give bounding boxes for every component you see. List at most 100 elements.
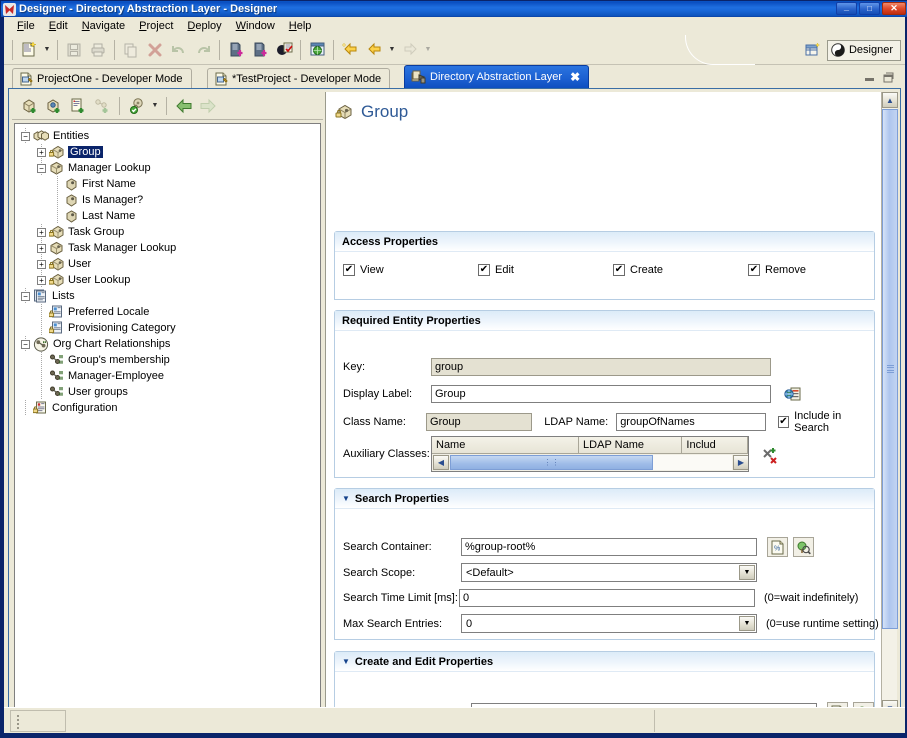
copy-icon[interactable] — [119, 38, 143, 62]
navigate-back-icon[interactable] — [172, 95, 196, 117]
minimize-editor-icon[interactable] — [863, 71, 876, 84]
open-perspective-icon[interactable] — [803, 40, 823, 60]
deploy-icon[interactable] — [224, 38, 248, 62]
tree-item-org-chart-relationships[interactable]: −Org Chart Relationships — [21, 336, 320, 352]
auxiliary-classes-table[interactable]: Name LDAP Name Includ ◀ ⋮⋮ — [431, 436, 749, 472]
editor-tab-directory-abstraction-layer[interactable]: Directory Abstraction Layer ✖ — [404, 65, 589, 88]
scroll-thumb[interactable]: ⋮⋮ — [450, 455, 653, 470]
tree-item-last-name[interactable]: Last Name — [21, 208, 320, 224]
dal-tree[interactable]: −Entities+Group−Manager LookupFirst Name… — [14, 123, 321, 713]
tree-item-group-s-membership[interactable]: Group's membership — [21, 352, 320, 368]
perspective-designer-button[interactable]: Designer — [827, 40, 901, 61]
chevron-down-icon[interactable]: ▼ — [739, 565, 755, 580]
deploy-all-icon[interactable] — [248, 38, 272, 62]
validate-dropdown-icon[interactable]: ▼ — [149, 94, 161, 118]
tree-item-user-groups[interactable]: User groups — [21, 384, 320, 400]
form-vertical-scrollbar[interactable]: ▲ ▼ — [881, 92, 897, 716]
tree-item-user[interactable]: +User — [21, 256, 320, 272]
checkbox-view[interactable]: ✔ View — [343, 264, 384, 276]
add-configuration-icon[interactable] — [66, 95, 90, 117]
add-relationship-icon[interactable] — [90, 95, 114, 117]
back-history-icon[interactable] — [338, 38, 362, 62]
back-icon[interactable] — [362, 38, 386, 62]
expand-icon[interactable]: + — [37, 276, 46, 285]
menu-navigate[interactable]: Navigate — [75, 18, 132, 34]
chevron-down-icon[interactable]: ▼ — [342, 658, 350, 666]
max-search-entries-combo[interactable]: 0 ▼ — [461, 614, 757, 633]
column-header-name[interactable]: Name — [432, 437, 579, 454]
forward-dropdown-icon[interactable]: ▼ — [422, 38, 434, 62]
back-dropdown-icon[interactable]: ▼ — [386, 38, 398, 62]
expand-icon[interactable]: + — [37, 244, 46, 253]
menu-file[interactable]: File — [10, 18, 42, 34]
scroll-right-icon[interactable]: ▶ — [733, 455, 749, 470]
collapse-icon[interactable]: − — [37, 164, 46, 173]
collapse-icon[interactable]: − — [21, 292, 30, 301]
add-entity-icon[interactable] — [18, 95, 42, 117]
delete-icon[interactable] — [143, 38, 167, 62]
tree-item-group[interactable]: +Group — [21, 144, 320, 160]
checkbox-create[interactable]: ✔ Create — [613, 264, 663, 276]
preview-browser-icon[interactable] — [305, 38, 329, 62]
search-container-field[interactable]: %group-root% — [461, 538, 757, 556]
tree-item-provisioning-category[interactable]: Provisioning Category — [21, 320, 320, 336]
tree-item-user-lookup[interactable]: +User Lookup — [21, 272, 320, 288]
section-header-create-and-edit-properties[interactable]: ▼ Create and Edit Properties — [335, 652, 874, 672]
tree-item-entities[interactable]: −Entities — [21, 128, 320, 144]
localize-icon[interactable] — [782, 384, 803, 404]
expand-icon[interactable]: + — [37, 260, 46, 269]
minimize-button[interactable]: _ — [836, 2, 857, 15]
status-resize-grip[interactable] — [10, 710, 66, 732]
validate-dal-icon[interactable] — [125, 95, 149, 117]
tree-item-manager-lookup[interactable]: −Manager Lookup — [21, 160, 320, 176]
display-label-field[interactable]: Group — [431, 385, 771, 403]
tree-item-configuration[interactable]: Configuration — [21, 400, 320, 416]
tree-item-first-name[interactable]: First Name — [21, 176, 320, 192]
add-remove-icon[interactable] — [759, 445, 780, 465]
collapse-icon[interactable]: − — [21, 340, 30, 349]
menu-deploy[interactable]: Deploy — [180, 18, 228, 34]
scroll-track[interactable]: ⋮⋮ — [450, 455, 732, 470]
section-header-search-properties[interactable]: ▼ Search Properties — [335, 489, 874, 509]
print-icon[interactable] — [86, 38, 110, 62]
editor-tab-testproject[interactable]: *TestProject - Developer Mode — [207, 68, 390, 88]
menu-help[interactable]: Help — [282, 18, 319, 34]
ldap-name-field[interactable]: groupOfNames — [616, 413, 766, 431]
tree-item-task-manager-lookup[interactable]: +Task Manager Lookup — [21, 240, 320, 256]
column-header-include[interactable]: Includ — [682, 437, 748, 454]
close-icon[interactable]: ✖ — [570, 70, 580, 84]
expression-icon[interactable]: % — [767, 537, 788, 557]
restore-editor-icon[interactable] — [882, 71, 895, 84]
tree-item-preferred-locale[interactable]: Preferred Locale — [21, 304, 320, 320]
new-icon[interactable] — [17, 38, 41, 62]
new-dropdown-icon[interactable]: ▼ — [41, 38, 53, 62]
undo-icon[interactable] — [167, 38, 191, 62]
checkbox-edit[interactable]: ✔ Edit — [478, 264, 514, 276]
collapse-icon[interactable]: − — [21, 132, 30, 141]
column-header-ldap-name[interactable]: LDAP Name — [579, 437, 682, 454]
tree-item-lists[interactable]: −Lists — [21, 288, 320, 304]
checkbox-include-in-search[interactable]: ✔ Include in Search — [778, 410, 874, 434]
tree-item-manager-employee[interactable]: Manager-Employee — [21, 368, 320, 384]
tree-item-is-manager[interactable]: Is Manager? — [21, 192, 320, 208]
scroll-left-icon[interactable]: ◀ — [433, 455, 449, 470]
chevron-down-icon[interactable]: ▼ — [342, 495, 350, 503]
search-scope-combo[interactable]: <Default> ▼ — [461, 563, 757, 582]
browse-tree-icon[interactable] — [793, 537, 814, 557]
menu-edit[interactable]: Edit — [42, 18, 75, 34]
tree-item-task-group[interactable]: +Task Group — [21, 224, 320, 240]
save-icon[interactable] — [62, 38, 86, 62]
scroll-up-icon[interactable]: ▲ — [882, 92, 898, 108]
chevron-down-icon[interactable]: ▼ — [739, 616, 755, 631]
expand-icon[interactable]: + — [37, 228, 46, 237]
scroll-thumb[interactable] — [882, 109, 898, 629]
auxiliary-horizontal-scrollbar[interactable]: ◀ ⋮⋮ ▶ — [432, 454, 749, 471]
search-time-limit-field[interactable]: 0 — [459, 589, 755, 607]
expand-icon[interactable]: + — [37, 148, 46, 157]
redo-icon[interactable] — [191, 38, 215, 62]
maximize-button[interactable]: □ — [859, 2, 880, 15]
menu-project[interactable]: Project — [132, 18, 180, 34]
checkbox-remove[interactable]: ✔ Remove — [748, 264, 806, 276]
close-button[interactable]: ✕ — [882, 2, 906, 15]
validate-icon[interactable] — [272, 38, 296, 62]
